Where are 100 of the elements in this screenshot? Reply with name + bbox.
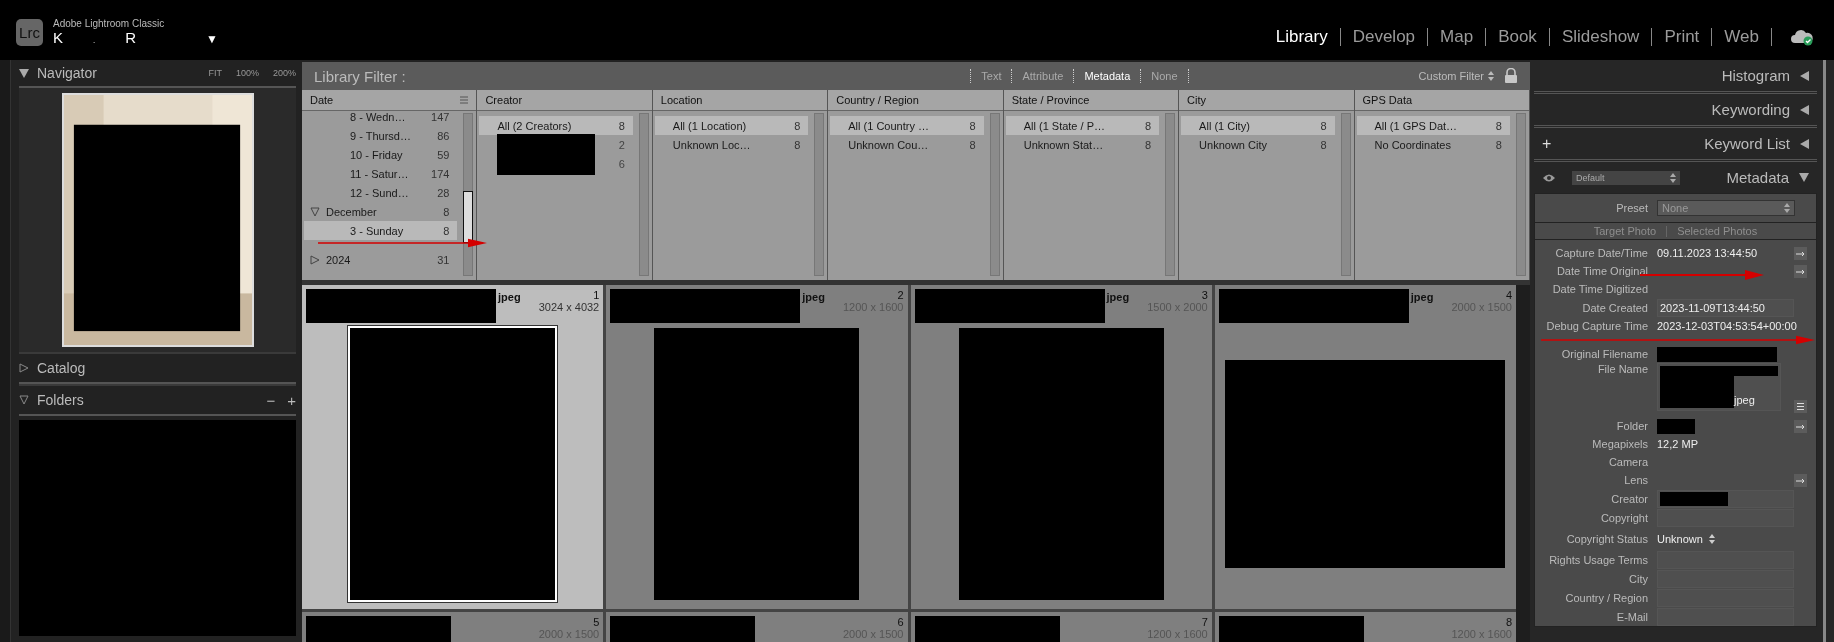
- panel-title[interactable]: Navigator: [37, 65, 97, 81]
- disclosure-triangle-icon[interactable]: [19, 395, 29, 405]
- metadata-input-field[interactable]: [1657, 489, 1794, 508]
- field-label: Creator: [1610, 492, 1648, 505]
- filter-item[interactable]: 6: [479, 154, 633, 173]
- scrollbar[interactable]: [463, 113, 474, 276]
- filter-item[interactable]: Unknown City 8: [1181, 135, 1335, 154]
- date-filter-item[interactable]: December 8: [304, 202, 458, 221]
- caret-icon[interactable]: ▼: [206, 32, 218, 46]
- expanded-triangle-icon[interactable]: [1799, 173, 1809, 182]
- date-filter-item[interactable]: 12 - Sund… 28: [304, 183, 458, 202]
- zoom-option[interactable]: FIT: [208, 68, 222, 78]
- module-tab[interactable]: Book: [1486, 27, 1549, 47]
- metadata-view-dropdown[interactable]: Default: [1572, 170, 1680, 185]
- field-label: Debug Capture Time: [1545, 320, 1648, 332]
- filter-tab[interactable]: Metadata: [1084, 70, 1131, 82]
- collapse-triangle-icon[interactable]: [19, 68, 29, 78]
- add-keyword-button[interactable]: +: [1542, 134, 1552, 153]
- field-label: Country / Region: [1564, 591, 1648, 604]
- field-label: Capture Date/Time: [1554, 247, 1648, 259]
- file-extension: jpeg: [498, 290, 521, 303]
- identity-plate-text: .: [93, 36, 96, 45]
- eye-icon[interactable]: [1542, 172, 1556, 183]
- field-label: Date Time Digitized: [1551, 283, 1648, 295]
- field-label: Preset: [1615, 202, 1648, 214]
- panel-title[interactable]: Histogram: [1721, 67, 1790, 84]
- column-header[interactable]: City: [1187, 94, 1207, 106]
- panel-title[interactable]: Keyword List: [1704, 135, 1790, 152]
- photo-grid-cell[interactable]: jpeg 1 3024 x 4032: [302, 285, 604, 609]
- panel-title[interactable]: Keywording: [1711, 101, 1790, 118]
- scrollbar[interactable]: [1823, 60, 1826, 642]
- scrollbar-thumb[interactable]: [463, 191, 474, 243]
- scrollbar[interactable]: [0, 60, 11, 642]
- lock-icon[interactable]: [1504, 68, 1518, 84]
- cloud-sync-icon[interactable]: [1790, 28, 1814, 46]
- panel-title[interactable]: Catalog: [37, 360, 86, 376]
- date-filter-item[interactable]: 9 - Thursd… 86: [304, 126, 458, 145]
- folder-action-button[interactable]: +: [287, 391, 296, 409]
- list-icon[interactable]: [1794, 400, 1807, 413]
- zoom-option[interactable]: 100%: [235, 68, 259, 78]
- module-tab[interactable]: Map: [1428, 27, 1486, 47]
- disclosure-triangle-icon[interactable]: [310, 254, 320, 265]
- date-filter-item[interactable]: 3 - Sunday 8: [304, 221, 458, 240]
- panel-title[interactable]: Metadata: [1726, 169, 1789, 186]
- date-filter-item[interactable]: 8 - Wedn… 147: [304, 107, 458, 126]
- module-tab[interactable]: Slideshow: [1549, 27, 1652, 47]
- metadata-input-field[interactable]: [1657, 607, 1794, 626]
- disclosure-triangle-icon[interactable]: [310, 206, 320, 217]
- date-filter-item[interactable]: 10 - Friday 59: [304, 145, 458, 164]
- app-logo: Lrc: [16, 18, 43, 46]
- module-tab[interactable]: Library: [1263, 27, 1340, 47]
- metadata-input-field[interactable]: 2023-11-09T13:44:50: [1657, 298, 1794, 317]
- identity-plate-text: K: [53, 29, 63, 46]
- stepper-icon: [1784, 203, 1790, 213]
- filter-item[interactable]: Unknown Stat… 8: [1005, 135, 1160, 154]
- scrollbar[interactable]: [1340, 113, 1351, 276]
- filter-item[interactable]: All (2 Creators) 8: [479, 116, 633, 135]
- field-label: Camera: [1607, 456, 1648, 468]
- module-tab[interactable]: Develop: [1340, 27, 1428, 47]
- filter-item[interactable]: All (1 State / P… 8: [1005, 116, 1160, 135]
- filter-item[interactable]: All (1 Location) 8: [654, 116, 809, 135]
- collapsed-triangle-icon[interactable]: [1800, 104, 1809, 115]
- column-header[interactable]: Creator: [485, 94, 523, 106]
- photo-index: 2: [897, 289, 904, 301]
- zoom-option[interactable]: 200%: [272, 68, 296, 78]
- filter-item[interactable]: Unknown Cou… 8: [830, 135, 984, 154]
- column-header[interactable]: Location: [660, 94, 703, 106]
- column-header[interactable]: Date: [310, 94, 334, 106]
- field-label: City: [1628, 572, 1648, 585]
- field-value: 09.11.2023 13:44:50: [1657, 247, 1758, 259]
- collapsed-triangle-icon[interactable]: [1800, 70, 1809, 81]
- panel-title[interactable]: Folders: [37, 392, 84, 408]
- field-value: 12,2 MP: [1657, 438, 1698, 450]
- filter-item[interactable]: All (1 City) 8: [1181, 116, 1335, 135]
- metadata-input-field[interactable]: jpeg: [1657, 363, 1781, 411]
- scrollbar[interactable]: [1516, 285, 1530, 642]
- folder-action-button[interactable]: −: [266, 391, 276, 409]
- module-tab[interactable]: Web: [1712, 27, 1771, 47]
- module-tab[interactable]: Print: [1652, 27, 1712, 47]
- filter-item[interactable]: Unknown Loc… 8: [654, 135, 809, 154]
- file-extension: jpeg: [1106, 290, 1130, 303]
- scrollbar[interactable]: [1165, 113, 1176, 276]
- date-filter-item[interactable]: 2024 31: [304, 250, 458, 269]
- filter-item[interactable]: No Coordinates 8: [1356, 135, 1510, 154]
- scrollbar[interactable]: [814, 113, 825, 276]
- filter-item[interactable]: All (1 GPS Dat… 8: [1356, 116, 1510, 135]
- scrollbar[interactable]: [989, 113, 1000, 276]
- copyright-status-dropdown[interactable]: Unknown: [1657, 532, 1715, 545]
- photo-index: 4: [1505, 289, 1512, 301]
- column-header[interactable]: GPS Data: [1362, 94, 1413, 106]
- field-label: Rights Usage Terms: [1548, 553, 1648, 566]
- filter-item[interactable]: All (1 Country … 8: [830, 116, 984, 135]
- disclosure-triangle-icon[interactable]: [19, 363, 29, 373]
- scrollbar[interactable]: [638, 113, 649, 276]
- app-name: Adobe Lightroom Classic: [53, 18, 166, 29]
- date-filter-item[interactable]: 11 - Satur… 174: [304, 164, 458, 183]
- collapsed-triangle-icon[interactable]: [1800, 138, 1809, 149]
- scrollbar[interactable]: [1515, 113, 1526, 276]
- menu-icon[interactable]: [460, 96, 469, 104]
- filter-preset-dropdown[interactable]: Custom Filter: [1418, 70, 1494, 82]
